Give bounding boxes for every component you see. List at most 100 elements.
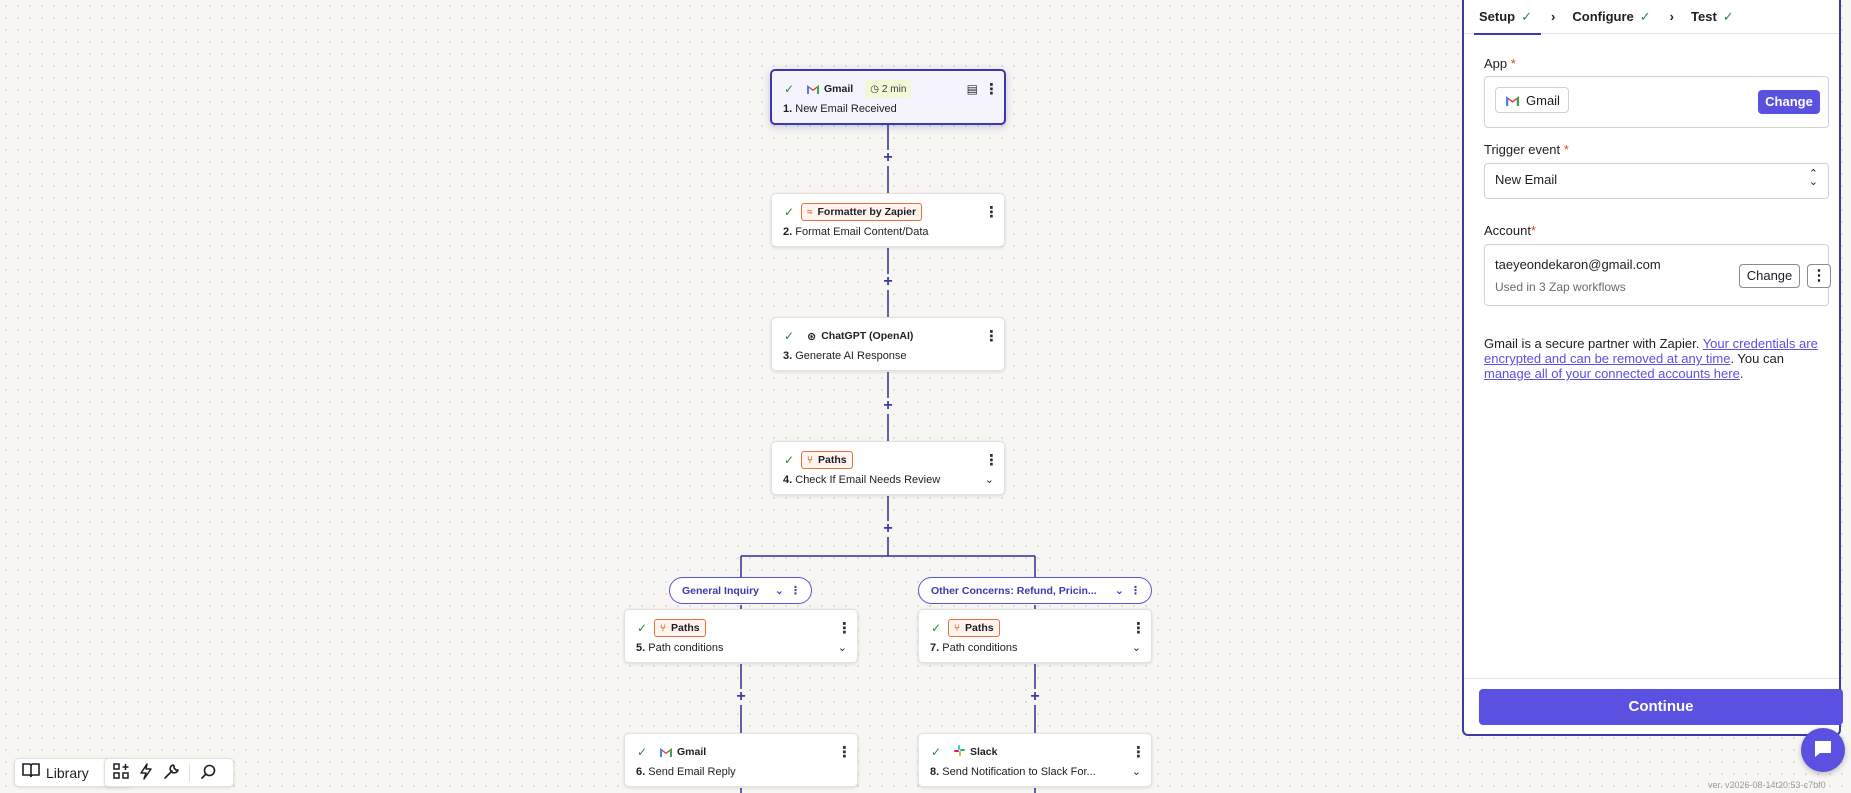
tab-configure[interactable]: Configure ✓: [1569, 0, 1653, 34]
toolbar-divider: [189, 763, 190, 782]
more-options-icon[interactable]: ⋮: [1131, 621, 1146, 636]
chevron-down-icon[interactable]: ⌄: [1132, 641, 1141, 654]
comment-icon[interactable]: ▤: [967, 82, 978, 96]
path-label-general-inquiry[interactable]: General Inquiry ⌄ ⋮: [669, 577, 812, 604]
step-title: 4. Check If Email Needs Review: [783, 474, 941, 486]
app-badge: Gmail: [654, 743, 712, 761]
chevron-down-icon[interactable]: ⌄: [1132, 765, 1141, 778]
tools-toolbar: [104, 758, 234, 787]
chevron-right-icon: ›: [1669, 9, 1675, 24]
account-more-options-icon[interactable]: ⋮: [1807, 264, 1831, 288]
formatter-icon: ≈: [807, 206, 813, 218]
add-step-button[interactable]: +: [880, 274, 896, 290]
library-button[interactable]: Library: [15, 759, 96, 786]
trigger-button[interactable]: [134, 759, 158, 786]
add-step-button[interactable]: +: [880, 398, 896, 414]
more-options-icon[interactable]: ⋮: [1130, 584, 1141, 597]
check-icon: ✓: [930, 621, 942, 635]
account-field-label: Account*: [1484, 223, 1537, 238]
search-icon: [200, 763, 217, 783]
app-badge: ⑂ Paths: [801, 451, 853, 469]
step-card-5[interactable]: ✓ ⑂ Paths ⋮ 5. Path conditions ⌄: [624, 609, 858, 663]
panel-footer: [1464, 678, 1839, 679]
add-step-button[interactable]: +: [880, 521, 896, 537]
paths-icon: ⑂: [954, 622, 960, 634]
chevron-right-icon: ›: [1551, 9, 1556, 24]
add-step-button[interactable]: +: [1027, 689, 1043, 705]
more-options-icon[interactable]: ⋮: [984, 329, 999, 344]
more-options-icon[interactable]: ⋮: [1131, 745, 1146, 760]
zap-editor-canvas[interactable]: + + + + + + ✓ Gmail ◷ 2 min ▤ ⋮ 1. New E…: [0, 0, 1462, 793]
polling-time-badge: ◷ 2 min: [865, 80, 912, 98]
gmail-icon: [1506, 95, 1519, 106]
add-step-button[interactable]: +: [880, 150, 896, 166]
path-label-other-concerns[interactable]: Other Concerns: Refund, Pricin... ⌄ ⋮: [918, 577, 1152, 604]
check-icon: ✓: [1521, 8, 1533, 24]
step-card-8[interactable]: ✓ Slack ⋮ 8. Send Notification to Slack …: [918, 733, 1152, 787]
panel-tabs: Setup ✓ › Configure ✓ › Test ✓: [1464, 0, 1839, 35]
step-title: 6. Send Email Reply: [636, 766, 736, 778]
continue-button[interactable]: Continue: [1479, 689, 1843, 725]
manage-accounts-link[interactable]: manage all of your connected accounts he…: [1484, 366, 1740, 381]
account-selector: taeyeondekaron@gmail.com Used in 3 Zap w…: [1484, 244, 1831, 306]
check-icon: ✓: [783, 82, 795, 96]
wrench-icon: [163, 763, 180, 783]
chevron-down-icon[interactable]: ⌄: [1115, 584, 1124, 597]
chat-support-button[interactable]: [1801, 728, 1845, 772]
security-info: Gmail is a secure partner with Zapier. Y…: [1484, 336, 1818, 381]
trigger-event-select[interactable]: New Email ⌃ ⌄: [1484, 163, 1829, 199]
check-icon: ✓: [930, 745, 942, 759]
app-field-label: App *: [1484, 56, 1516, 71]
step-card-4[interactable]: ✓ ⑂ Paths ⋮ 4. Check If Email Needs Revi…: [771, 441, 1005, 495]
tools-button[interactable]: [158, 759, 185, 786]
add-step-button[interactable]: +: [733, 689, 749, 705]
gmail-icon: [660, 747, 672, 757]
check-icon: ✓: [783, 453, 795, 467]
step-title: 7. Path conditions: [930, 642, 1018, 654]
change-account-button[interactable]: Change: [1739, 264, 1800, 288]
paths-icon: ⑂: [660, 622, 666, 634]
version-label: ver. v2026-08-14t20:53-c7bf0: [1708, 780, 1826, 790]
step-title: 2. Format Email Content/Data: [783, 226, 929, 238]
up-down-chevron-icon: ⌃ ⌄: [1808, 168, 1818, 188]
search-button[interactable]: [194, 759, 223, 786]
chevron-down-icon[interactable]: ⌄: [775, 584, 784, 597]
more-options-icon[interactable]: ⋮: [790, 584, 801, 597]
step-card-6[interactable]: ✓ Gmail ⋮ 6. Send Email Reply: [624, 733, 858, 787]
check-icon: ✓: [1639, 8, 1651, 24]
clock-icon: ◷: [870, 83, 879, 95]
app-badge: ⑂ Paths: [654, 619, 706, 637]
check-icon: ✓: [636, 745, 648, 759]
more-options-icon[interactable]: ⋮: [837, 621, 852, 636]
step-card-7[interactable]: ✓ ⑂ Paths ⋮ 7. Path conditions ⌄: [918, 609, 1152, 663]
more-options-icon[interactable]: ⋮: [837, 745, 852, 760]
app-badge: ⊛ ChatGPT (OpenAI): [807, 330, 914, 343]
step-connectors: [740, 124, 1036, 793]
slack-icon: [954, 745, 965, 759]
step-title: 3. Generate AI Response: [783, 350, 907, 362]
chevron-down-icon[interactable]: ⌄: [838, 641, 847, 654]
step-setup-panel: Setup ✓ › Configure ✓ › Test ✓ App * Gma…: [1462, 0, 1843, 736]
account-usage: Used in 3 Zap workflows: [1495, 280, 1626, 294]
tab-setup[interactable]: Setup ✓: [1473, 0, 1542, 35]
check-icon: ✓: [636, 621, 648, 635]
step-card-1[interactable]: ✓ Gmail ◷ 2 min ▤ ⋮ 1. New Email Receive…: [770, 69, 1006, 125]
step-card-2[interactable]: ✓ ≈ Formatter by Zapier ⋮ 2. Format Emai…: [771, 193, 1005, 247]
step-title: 8. Send Notification to Slack For...: [930, 766, 1096, 778]
more-options-icon[interactable]: ⋮: [984, 453, 999, 468]
change-app-button[interactable]: Change: [1758, 90, 1820, 114]
selected-app-chip[interactable]: Gmail: [1495, 87, 1569, 113]
trigger-event-label: Trigger event *: [1484, 142, 1569, 157]
app-badge: ≈ Formatter by Zapier: [801, 203, 923, 221]
more-options-icon[interactable]: ⋮: [984, 82, 999, 97]
tab-test[interactable]: Test ✓: [1688, 0, 1737, 34]
account-email: taeyeondekaron@gmail.com: [1495, 257, 1661, 272]
check-icon: ✓: [783, 329, 795, 343]
step-card-3[interactable]: ✓ ⊛ ChatGPT (OpenAI) ⋮ 3. Generate AI Re…: [771, 317, 1005, 371]
app-badge: Gmail: [801, 80, 859, 98]
more-options-icon[interactable]: ⋮: [984, 205, 999, 220]
check-icon: ✓: [783, 205, 795, 219]
lightning-icon: [139, 762, 153, 783]
apps-button[interactable]: [105, 759, 134, 786]
chevron-down-icon[interactable]: ⌄: [985, 473, 994, 486]
